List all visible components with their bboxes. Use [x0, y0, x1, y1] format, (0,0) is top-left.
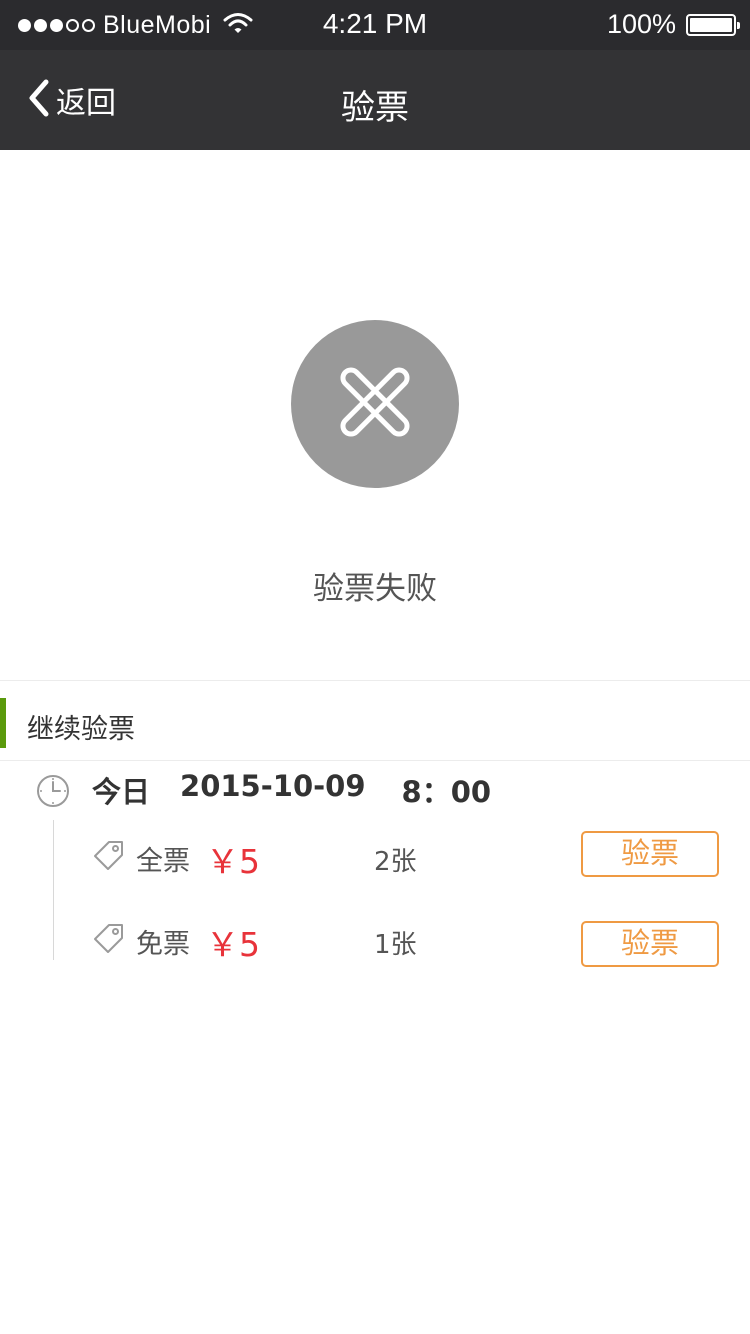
session-date: 2015-10-09 — [180, 769, 366, 803]
status-bar: BlueMobi 4:21 PM 100% — [0, 0, 750, 50]
divider — [0, 680, 750, 681]
timeline-line — [53, 820, 54, 960]
clock-icon — [36, 774, 70, 812]
session-day: 今日 — [92, 775, 151, 809]
back-label: 返回 — [56, 86, 116, 121]
price-tag-icon — [92, 838, 126, 876]
section-accent-bar — [0, 698, 6, 748]
back-button[interactable]: 返回 — [24, 78, 116, 122]
check-ticket-button[interactable]: 验票 — [581, 831, 719, 877]
failure-indicator — [291, 320, 459, 488]
price-tag-icon — [92, 921, 126, 959]
battery-percent: 100% — [606, 9, 676, 39]
chevron-left-icon — [24, 78, 54, 122]
ticket-type: 免票 — [136, 929, 190, 960]
battery-icon — [686, 13, 740, 36]
navigation-bar: 返回 验票 — [0, 50, 750, 150]
section-title: 继续验票 — [27, 714, 135, 745]
ticket-type: 全票 — [136, 846, 190, 877]
check-ticket-button[interactable]: 验票 — [581, 921, 719, 967]
ticket-price: ￥5 — [206, 842, 260, 881]
ticket-count: 2张 — [374, 847, 417, 877]
session-datetime: 今日 2015-10-09 8：00 — [92, 769, 491, 811]
divider — [0, 760, 750, 761]
status-right: 100% — [606, 9, 740, 40]
session-time: 8：00 — [401, 775, 492, 809]
close-icon — [330, 357, 420, 451]
ticket-count: 1张 — [374, 930, 417, 960]
result-message: 验票失败 — [313, 571, 437, 607]
ticket-price: ￥5 — [206, 925, 260, 964]
